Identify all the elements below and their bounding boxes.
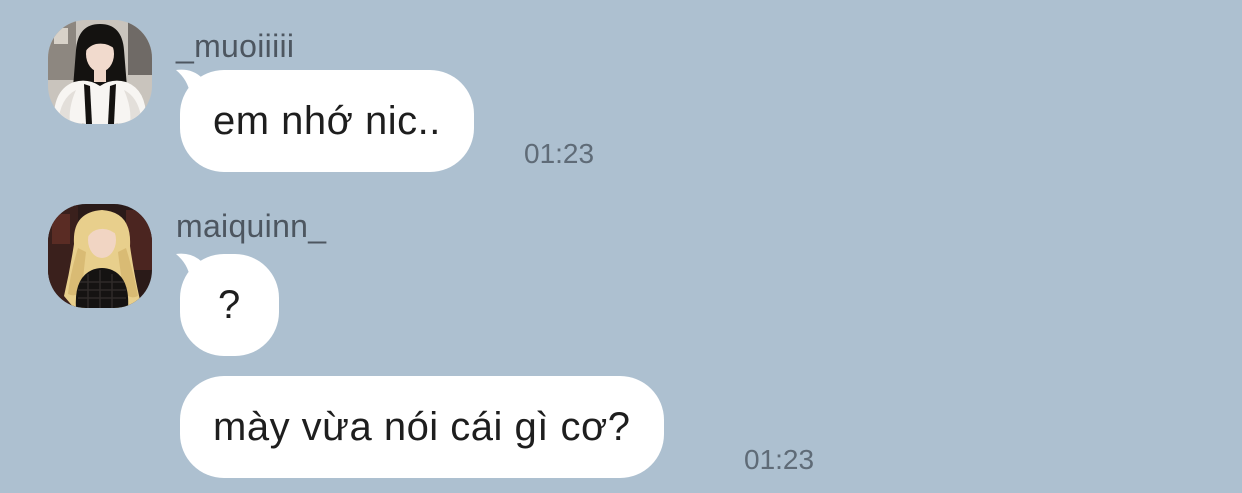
message-text: mày vừa nói cái gì cơ?: [213, 404, 631, 449]
timestamp: 01:23: [524, 138, 595, 169]
profile-photo-icon: [48, 204, 152, 308]
message-bubble[interactable]: em nhớ nic..: [180, 70, 474, 172]
avatar[interactable]: [48, 20, 152, 124]
sender-name: maiquinn_: [176, 208, 327, 244]
profile-photo-icon: [48, 20, 152, 124]
sender-name: _muoiiiii: [176, 28, 295, 64]
avatar[interactable]: [48, 204, 152, 308]
message-bubble[interactable]: mày vừa nói cái gì cơ?: [180, 376, 664, 478]
message-text: ?: [218, 282, 241, 327]
timestamp: 01:23: [744, 444, 815, 475]
message-text: em nhớ nic..: [213, 98, 441, 143]
message-bubble[interactable]: ?: [180, 254, 279, 356]
